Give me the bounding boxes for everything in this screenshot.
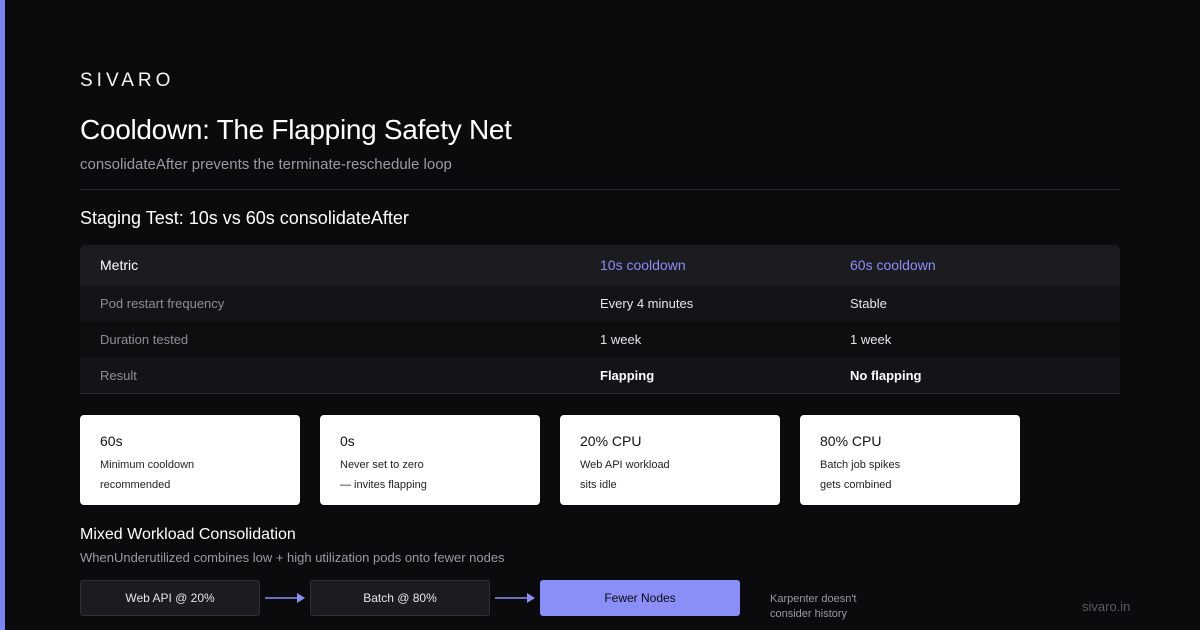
stat-value: 0s: [340, 433, 355, 449]
header-divider: [80, 189, 1120, 190]
stat-card-batch: 80% CPU Batch job spikes gets combined: [800, 415, 1020, 505]
table-cell-metric: Duration tested: [100, 331, 189, 347]
table-header-row: Metric 10s cooldown 60s cooldown: [80, 245, 1120, 285]
flow-note: Karpenter doesn't consider history: [770, 592, 890, 622]
brand-logo: SIVARO: [80, 70, 175, 91]
stat-card-web-api: 20% CPU Web API workload sits idle: [560, 415, 780, 505]
mixed-section-subtitle: WhenUnderutilized combines low + high ut…: [80, 550, 505, 565]
stat-desc-line2: recommended: [100, 479, 171, 491]
table-cell-metric: Pod restart frequency: [100, 295, 225, 311]
table-header-10s: 10s cooldown: [600, 257, 686, 273]
table-header-metric: Metric: [100, 257, 139, 273]
table-row: Pod restart frequency Every 4 minutes St…: [80, 285, 1120, 321]
accent-bar: [0, 0, 5, 630]
stat-value: 80% CPU: [820, 433, 882, 449]
table-row: Result Flapping No flapping: [80, 357, 1120, 393]
mixed-section-title: Mixed Workload Consolidation: [80, 526, 296, 543]
table-cell-60s: No flapping: [850, 367, 922, 383]
page-subtitle: consolidateAfter prevents the terminate-…: [80, 156, 452, 173]
table-cell-60s: 1 week: [850, 331, 892, 347]
comparison-table: Metric 10s cooldown 60s cooldown Pod res…: [80, 245, 1120, 394]
stat-desc-line1: Minimum cooldown: [100, 459, 195, 471]
page-title: Cooldown: The Flapping Safety Net: [80, 114, 512, 145]
table-row: Duration tested 1 week 1 week: [80, 321, 1120, 357]
stat-card-zero: 0s Never set to zero — invites flapping: [320, 415, 540, 505]
table-cell-10s: Every 4 minutes: [600, 295, 694, 311]
stat-desc-line2: — invites flapping: [340, 479, 427, 491]
flow-note-line1: Karpenter doesn't: [770, 593, 857, 605]
arrow-right-icon: [265, 593, 305, 603]
stat-desc-line1: Web API workload: [580, 459, 670, 471]
stat-desc-line1: Never set to zero: [340, 459, 424, 471]
flow-step-fewer-nodes: Fewer Nodes: [540, 580, 740, 616]
table-cell-60s: Stable: [850, 295, 887, 311]
table-cell-10s: 1 week: [600, 331, 642, 347]
stat-desc-line1: Batch job spikes: [820, 459, 901, 471]
stat-value: 60s: [100, 433, 123, 449]
stat-card-min-cooldown: 60s Minimum cooldown recommended: [80, 415, 300, 505]
flow-step-batch: Batch @ 80%: [310, 580, 490, 616]
stat-desc-line2: gets combined: [820, 479, 892, 491]
flow-note-line2: consider history: [770, 608, 848, 620]
stat-desc-line2: sits idle: [580, 479, 617, 491]
footer-url: sivaro.in: [1082, 599, 1131, 614]
table-header-60s: 60s cooldown: [850, 257, 936, 273]
stat-value: 20% CPU: [580, 433, 642, 449]
section-title: Staging Test: 10s vs 60s consolidateAfte…: [80, 208, 409, 228]
flow-step-web-api: Web API @ 20%: [80, 580, 260, 616]
table-cell-10s: Flapping: [600, 367, 655, 383]
arrow-right-icon: [495, 593, 535, 603]
table-cell-metric: Result: [100, 367, 137, 383]
